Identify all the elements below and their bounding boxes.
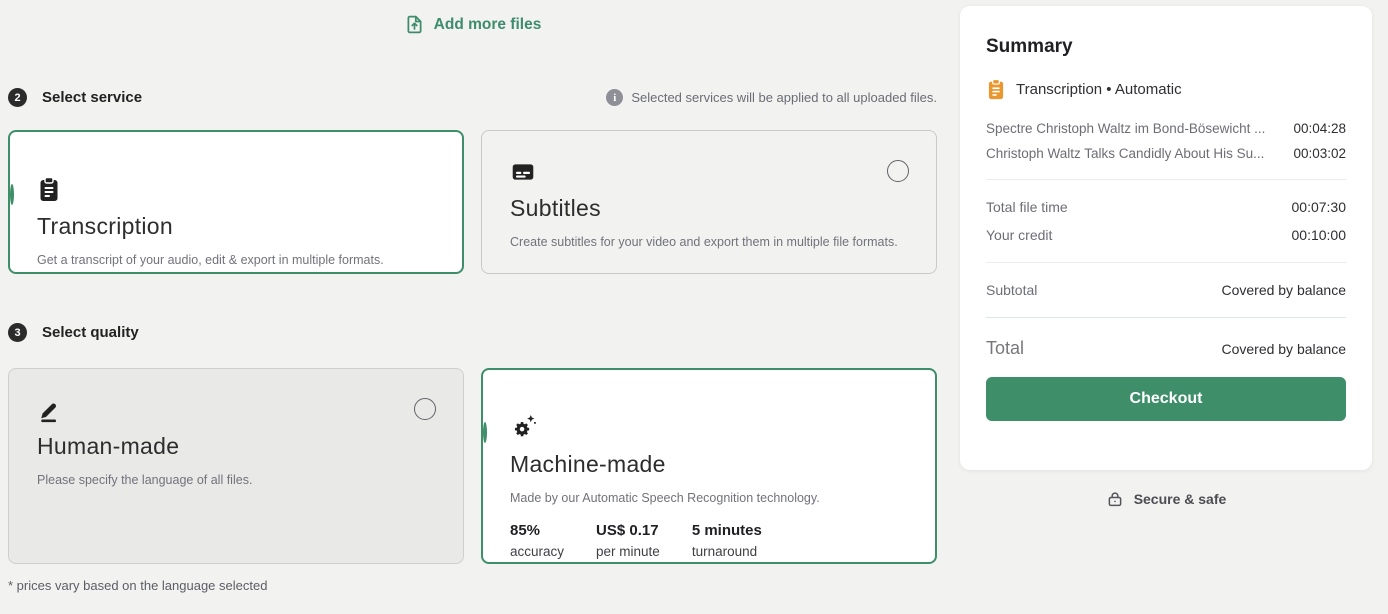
file-row: Spectre Christoph Waltz im Bond-Bösewich… [986,116,1346,141]
machine-made-description: Made by our Automatic Speech Recognition… [510,491,820,505]
lock-icon [1108,492,1122,507]
info-icon: i [606,89,624,106]
select-service-title: Select service [42,89,143,106]
add-more-files-label: Add more files [433,15,542,33]
clipboard-orange-icon [988,78,1004,100]
file-row: Christoph Waltz Talks Candidly About His… [986,141,1346,166]
total-file-time-value: 00:07:30 [1291,199,1347,215]
summary-file-list: Spectre Christoph Waltz im Bond-Bösewich… [986,116,1346,166]
total-row: Total Covered by balance [986,338,1346,359]
machine-made-title: Machine-made [510,451,666,477]
divider [986,262,1346,263]
clipboard-icon [37,175,435,203]
summary-service-text: Transcription • Automatic [1016,81,1182,98]
service-note-text: Selected services will be applied to all… [631,90,937,105]
checkout-button[interactable]: Checkout [986,377,1346,421]
subtotal-value: Covered by balance [1221,282,1346,298]
add-more-files-link[interactable]: Add more files [8,14,937,35]
human-made-title: Human-made [37,433,180,459]
total-label: Total [986,338,1025,358]
gear-sparkle-icon [510,413,908,441]
stat-price-label: per minute [596,544,660,559]
human-made-radio-unselected[interactable] [414,398,436,420]
step-3-badge: 3 [8,323,27,342]
service-card-transcription[interactable]: Transcription Get a transcript of your a… [8,130,464,274]
human-made-description: Please specify the language of all files… [37,473,253,487]
divider [986,317,1346,318]
machine-made-radio-selected[interactable] [483,422,487,443]
stat-price: US$ 0.17 per minute [596,522,660,559]
file-name: Christoph Waltz Talks Candidly About His… [986,146,1265,161]
subtotal-label: Subtotal [986,282,1038,298]
file-name: Spectre Christoph Waltz im Bond-Bösewich… [986,121,1266,136]
total-value: Covered by balance [1221,340,1346,357]
machine-made-stats: 85% accuracy US$ 0.17 per minute 5 minut… [510,522,908,559]
total-file-time-label: Total file time [986,199,1068,215]
add-file-icon [407,15,422,34]
secure-safe-note: Secure & safe [960,489,1372,509]
transcription-title: Transcription [37,213,173,239]
summary-title: Summary [986,36,1073,57]
step-2-badge: 2 [8,88,27,107]
select-quality-header: 3 Select quality [8,323,937,342]
stat-turnaround: 5 minutes turnaround [692,522,762,559]
transcription-radio-selected[interactable] [10,184,14,205]
stat-turnaround-label: turnaround [691,544,758,559]
file-duration: 00:04:28 [1293,121,1346,136]
quality-card-machine-made[interactable]: Machine-made Made by our Automatic Speec… [481,368,937,564]
your-credit-label: Your credit [986,227,1053,243]
divider [986,179,1346,180]
file-duration: 00:03:02 [1293,146,1346,161]
pencil-icon [37,395,435,423]
select-quality-title: Select quality [42,324,139,341]
your-credit-row: Your credit 00:10:00 [986,221,1346,249]
service-note: i Selected services will be applied to a… [606,89,937,106]
stat-turnaround-value: 5 minutes [691,522,762,539]
stat-accuracy-value: 85% [510,522,541,539]
transcription-description: Get a transcript of your audio, edit & e… [37,253,384,267]
subtitles-icon [510,157,908,185]
your-credit-value: 00:10:00 [1291,227,1347,243]
checkout-page: Add more files 2 Select service i Select… [0,0,1388,614]
stat-accuracy: 85% accuracy [510,522,564,559]
subtotal-row: Subtotal Covered by balance [986,276,1346,304]
quality-card-human-made[interactable]: Human-made Please specify the language o… [8,368,464,564]
subtitles-description: Create subtitles for your video and expo… [510,235,898,249]
total-file-time-row: Total file time 00:07:30 [986,193,1346,221]
summary-service-line: Transcription • Automatic [986,78,1346,101]
select-service-header: 2 Select service i Selected services wil… [8,88,937,107]
stat-accuracy-label: accuracy [510,544,565,559]
service-card-subtitles[interactable]: Subtitles Create subtitles for your vide… [481,130,937,274]
subtitles-radio-unselected[interactable] [887,160,909,182]
price-footnote: * prices vary based on the language sele… [8,578,268,593]
subtitles-title: Subtitles [510,195,601,221]
summary-panel: Summary Transcription • Automatic Spectr… [960,6,1372,470]
secure-safe-label: Secure & safe [1133,491,1227,507]
stat-price-value: US$ 0.17 [596,522,659,539]
